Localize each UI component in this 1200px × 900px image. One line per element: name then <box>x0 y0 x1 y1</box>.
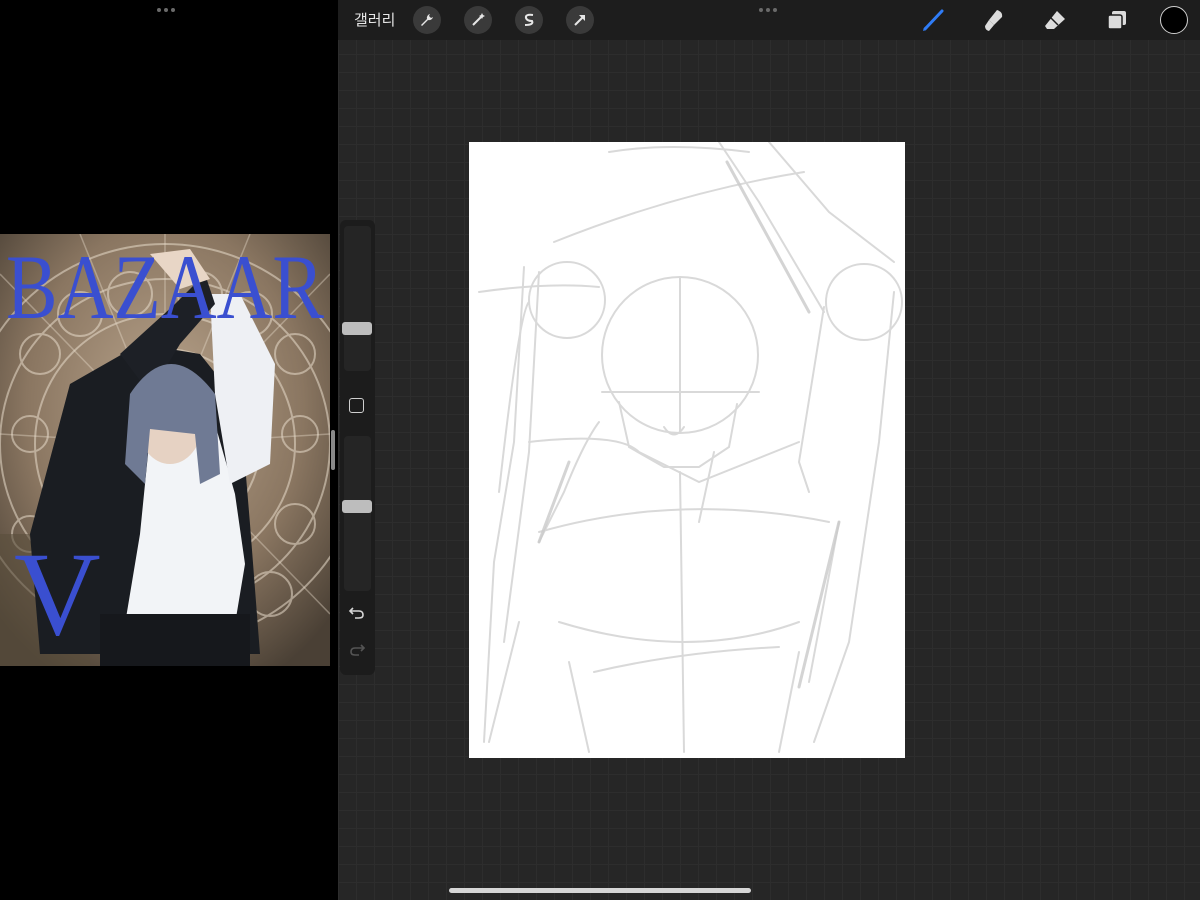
sketch-strokes <box>478 142 903 753</box>
cover-photo: BAZAAR V <box>0 234 330 666</box>
actions-wrench-icon[interactable] <box>413 6 441 34</box>
opacity-slider[interactable] <box>344 436 371 591</box>
split-view-handle[interactable] <box>155 8 177 14</box>
reference-split-pane: BAZAAR V <box>0 0 338 900</box>
brush-icon[interactable] <box>918 5 948 35</box>
color-picker-swatch[interactable] <box>1160 6 1188 34</box>
transform-arrow-icon[interactable] <box>566 6 594 34</box>
magazine-title: BAZAAR <box>6 236 325 338</box>
undo-arrow-icon[interactable] <box>347 603 367 623</box>
redo-arrow-icon[interactable] <box>347 640 367 660</box>
gallery-button[interactable]: 갤러리 <box>354 9 395 30</box>
brush-size-thumb[interactable] <box>342 321 372 335</box>
reference-magazine-cover: BAZAAR V <box>0 234 330 666</box>
smudge-icon[interactable] <box>979 5 1009 35</box>
brush-size-slider[interactable] <box>344 226 371 371</box>
magazine-side-letter: V <box>14 527 101 660</box>
opacity-thumb[interactable] <box>342 499 372 513</box>
app-top-handle[interactable] <box>759 8 777 12</box>
side-toolbar <box>340 220 375 675</box>
modify-square-button[interactable] <box>349 398 364 413</box>
split-divider-grabber[interactable] <box>331 430 335 470</box>
top-toolbar: 갤러리 <box>338 0 1200 40</box>
adjustments-magic-wand-icon[interactable] <box>464 6 492 34</box>
layers-icon[interactable] <box>1102 5 1132 35</box>
selection-s-icon[interactable] <box>515 6 543 34</box>
eraser-icon[interactable] <box>1040 5 1070 35</box>
drawing-canvas[interactable] <box>469 142 905 758</box>
home-indicator-bar[interactable] <box>449 888 751 893</box>
